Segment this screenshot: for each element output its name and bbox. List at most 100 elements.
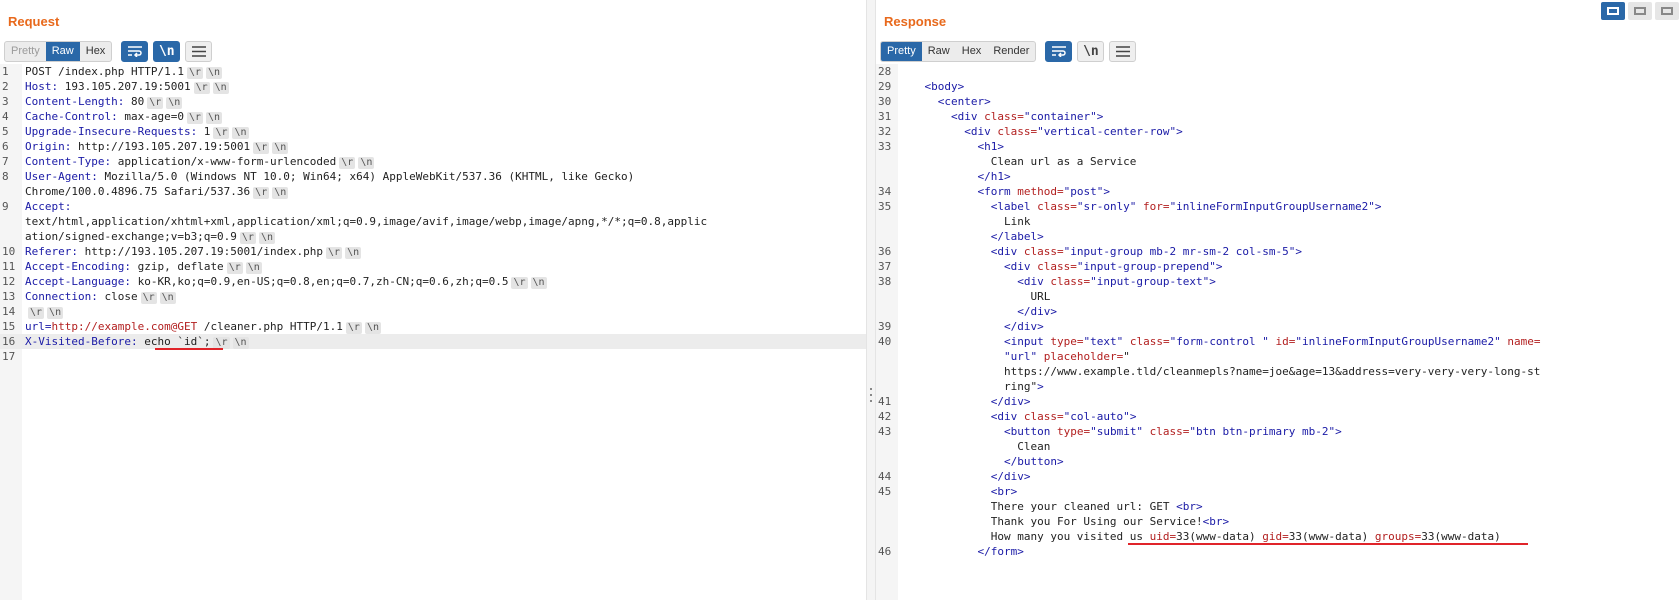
tag-close: >: [1335, 425, 1342, 438]
show-newlines-icon[interactable]: \n: [153, 40, 181, 62]
tag-name: </h1: [977, 170, 1004, 183]
request-line-text: Accept-Language: ko-KR,ko;q=0.9,en-US;q=…: [25, 274, 547, 289]
attr-name: class=: [1143, 425, 1190, 438]
wrap-lines-icon[interactable]: [121, 40, 149, 62]
cr-marker: \r: [345, 322, 362, 334]
tab-pretty[interactable]: Pretty: [881, 41, 922, 61]
line-number: 41: [878, 395, 892, 408]
header-value: ko-KR,ko;q=0.9,en-US;q=0.8,en;q=0.7,zh-C…: [130, 275, 509, 288]
header-value: http://193.105.207.19:5001/index.php: [77, 245, 324, 258]
line-number: 8: [2, 170, 9, 183]
line-number: 11: [2, 260, 16, 273]
tag-name: <body: [924, 80, 958, 93]
request-line: 4 Cache-Control: max-age=0 \r \n: [0, 109, 866, 124]
tag-close: >: [1215, 260, 1223, 273]
header-value: Mozilla/5.0 (Windows NT 10.0; Win64; x64…: [97, 170, 635, 183]
attr-name: uid=: [1143, 530, 1177, 543]
tab-raw[interactable]: Raw: [45, 41, 80, 61]
tab-hex[interactable]: Hex: [956, 42, 988, 61]
text: [898, 260, 1004, 273]
text: [898, 410, 991, 423]
show-newlines-icon[interactable]: \n: [1077, 40, 1105, 62]
text: [898, 110, 951, 123]
tag-name: <button: [1003, 425, 1051, 438]
line-number: 44: [878, 470, 892, 483]
text: [898, 125, 964, 138]
layout-toggle: [1601, 2, 1679, 20]
header-name: Upgrade-Insecure-Requests:: [25, 125, 198, 138]
attr-value: "post": [1063, 185, 1104, 198]
single-view-icon[interactable]: [1655, 2, 1679, 20]
text: [898, 230, 991, 243]
response-line: 43 <button type="submit" class="btn btn-…: [876, 424, 1679, 439]
line-number: 31: [878, 110, 892, 123]
request-editor[interactable]: 1 POST /index.php HTTP/1.1 \r \n 2 Host: 193.…: [0, 64, 866, 600]
line-number: 46: [878, 545, 892, 558]
lf-marker: \n: [212, 82, 229, 94]
tag-close: >: [997, 140, 1004, 153]
attr-name: class=: [977, 110, 1024, 123]
menu-icon[interactable]: [1109, 40, 1137, 62]
response-line-text: <form method="post">: [898, 184, 1109, 199]
line-number: 37: [878, 260, 892, 273]
line-number: 13: [2, 290, 16, 303]
split-view-icon[interactable]: [1601, 2, 1625, 20]
attr-value: "inlineFormInputGroupUsername2": [1295, 335, 1501, 348]
tag-name: <div: [964, 125, 991, 138]
wrap-lines-icon[interactable]: [1045, 40, 1073, 62]
line-number: 2: [2, 80, 9, 93]
lf-marker: \n: [47, 307, 64, 319]
request-line: Chrome/100.0.4896.75 Safari/537.36 \r \n: [0, 184, 866, 199]
request-line-text: url=http://example.com@GET /cleaner.php …: [25, 319, 381, 334]
tab-hex[interactable]: Hex: [80, 42, 112, 61]
request-line-text: Host: 193.105.207.19:5001 \r \n: [25, 79, 229, 94]
cr-marker: \r: [147, 97, 164, 109]
output-underline: [1128, 543, 1528, 545]
menu-icon[interactable]: [185, 40, 213, 62]
line-number: 42: [878, 410, 892, 423]
header-name: Cache-Control:: [25, 110, 118, 123]
text: URL: [898, 290, 1051, 303]
line-number: 36: [878, 245, 892, 258]
text: [898, 320, 1004, 333]
header-value: ation/signed-exchange;v=b3;q=0.9: [25, 230, 237, 243]
tag-close: >: [1023, 395, 1031, 408]
request-line: 12 Accept-Language: ko-KR,ko;q=0.9,en-US;…: [0, 274, 866, 289]
text: 33(www-data): [1176, 530, 1256, 543]
tag-close: >: [1056, 455, 1064, 468]
request-line: 15 url=http://example.com@GET /cleaner.ph…: [0, 319, 866, 334]
line-number: 15: [2, 320, 16, 333]
line-number: 10: [2, 245, 16, 258]
response-line-text: </button>: [898, 454, 1064, 469]
splitter-grip-icon[interactable]: [870, 388, 873, 402]
text: [898, 170, 977, 183]
request-line: 9 Accept:: [0, 199, 866, 214]
response-line: 32 <div class="vertical-center-row">: [876, 124, 1679, 139]
response-editor[interactable]: 28 29 <body> 30 <center> 31 <div class="con…: [876, 64, 1679, 600]
horizontal-view-icon[interactable]: [1628, 2, 1652, 20]
line-number: 34: [878, 185, 892, 198]
attr-name: for=: [1136, 200, 1170, 213]
response-line-text: ring">: [898, 379, 1044, 394]
tab-pretty[interactable]: Pretty: [5, 42, 46, 61]
pane-splitter[interactable]: [866, 0, 876, 600]
header-value: text/html,application/xhtml+xml,applicat…: [25, 215, 708, 228]
response-line-text: </div>: [898, 469, 1031, 484]
attr-value: "input-group mb-2 mr-sm-2 col-sm-5": [1063, 245, 1296, 258]
tab-render[interactable]: Render: [987, 42, 1035, 61]
tab-raw[interactable]: Raw: [922, 42, 956, 61]
header-name: url=: [25, 320, 52, 333]
request-line-text: \r \n: [25, 304, 64, 319]
attr-value: "inlineFormInputGroupUsername2": [1169, 200, 1375, 213]
text: [898, 470, 991, 483]
attr-value: "form-control ": [1169, 335, 1269, 348]
response-line-text: <label class="sr-only" for="inlineFormIn…: [898, 199, 1382, 214]
tag-close: >: [1003, 170, 1011, 183]
text: ring": [898, 380, 1038, 393]
cr-marker: \r: [186, 112, 203, 124]
response-line-text: <center>: [898, 94, 991, 109]
tag-name: </form: [977, 545, 1018, 558]
response-line-text: <br>: [898, 484, 1018, 499]
header-name: User-Agent:: [25, 170, 98, 183]
response-line: 29 <body>: [876, 79, 1679, 94]
